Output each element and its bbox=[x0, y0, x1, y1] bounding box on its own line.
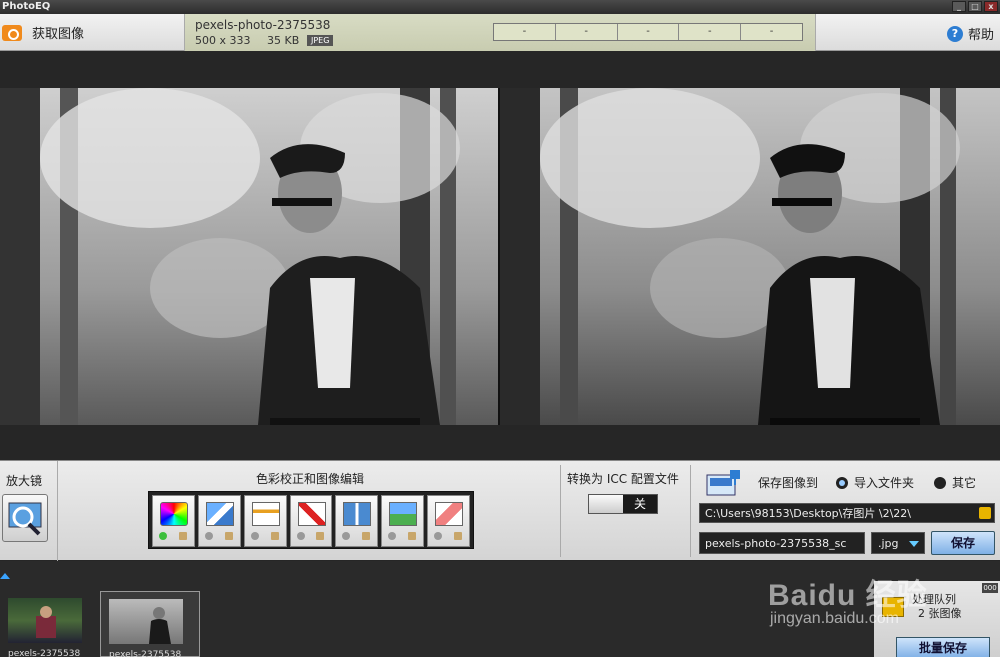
meter-2: - bbox=[556, 24, 618, 40]
lock-icon bbox=[270, 532, 279, 540]
tool-red-eye[interactable] bbox=[289, 495, 333, 547]
magnifier-button[interactable] bbox=[2, 494, 48, 542]
control-panel: 放大镜 色彩校正和图像编辑 转换为 ICC 配置文件 关 保存图像到 导入文件夹… bbox=[0, 460, 1000, 561]
eraser-icon bbox=[435, 502, 464, 526]
acquire-image-label: 获取图像 bbox=[32, 27, 85, 42]
status-dot bbox=[434, 532, 443, 540]
toggle-knob bbox=[589, 495, 623, 513]
icc-label: 转换为 ICC 配置文件 bbox=[567, 472, 679, 486]
meter-3: - bbox=[618, 24, 680, 40]
tool-eraser[interactable] bbox=[427, 495, 471, 547]
save-button[interactable]: 保存 bbox=[931, 531, 995, 555]
file-type-badge: JPEG bbox=[307, 35, 334, 46]
crop-icon bbox=[251, 502, 280, 526]
batch-menu-icon[interactable]: 000 bbox=[982, 583, 998, 593]
info-meters: - - - - - bbox=[493, 23, 803, 41]
icc-toggle[interactable]: 关 bbox=[588, 494, 658, 514]
file-size: 35 KB bbox=[267, 34, 300, 47]
edit-tools bbox=[148, 491, 474, 549]
app-title: PhotoEQ bbox=[2, 1, 51, 12]
tool-color-correction[interactable] bbox=[152, 495, 195, 547]
status-dot bbox=[342, 532, 351, 540]
magnifier-icon bbox=[8, 502, 42, 536]
tool-frame[interactable] bbox=[335, 495, 379, 547]
extension-select[interactable]: .jpg bbox=[871, 532, 925, 554]
file-info-panel: pexels-photo-2375538 500 x 333 35 KB JPE… bbox=[184, 14, 816, 51]
thumbnail-item[interactable]: pexels-2375538 bbox=[0, 591, 100, 657]
separator bbox=[690, 465, 691, 557]
status-dot bbox=[250, 532, 259, 540]
file-name: pexels-photo-2375538 bbox=[195, 18, 331, 32]
image-viewer bbox=[0, 52, 1000, 460]
help-icon: ? bbox=[946, 25, 963, 42]
rotate-icon bbox=[205, 502, 234, 526]
output-filename-field[interactable]: pexels-photo-2375538_sc bbox=[699, 532, 865, 554]
color-wheel-icon bbox=[160, 502, 188, 526]
lock-icon bbox=[224, 532, 233, 540]
lock-icon bbox=[362, 532, 371, 540]
correction-title: 色彩校正和图像编辑 bbox=[256, 472, 365, 486]
frame-icon bbox=[343, 502, 372, 526]
status-dot bbox=[296, 532, 305, 540]
top-toolbar: 获取图像 pexels-photo-2375538 500 x 333 35 K… bbox=[0, 14, 1000, 51]
thumbnail-item-selected[interactable]: pexels-2375538 bbox=[100, 591, 200, 657]
window-controls: _ □ x bbox=[952, 1, 998, 12]
output-path-field[interactable]: C:\Users\98153\Desktop\存图片 \2\22\ bbox=[699, 503, 995, 523]
title-bar: PhotoEQ _ □ x bbox=[0, 0, 1000, 14]
thumbnail-bw bbox=[109, 599, 183, 644]
meter-4: - bbox=[679, 24, 742, 40]
tool-rotate[interactable] bbox=[197, 495, 241, 547]
minimize-button[interactable]: _ bbox=[952, 1, 966, 12]
lock-icon bbox=[178, 532, 187, 540]
save-to-icon bbox=[706, 470, 740, 496]
lock-icon bbox=[408, 532, 417, 540]
meter-5: - bbox=[769, 26, 774, 37]
watermark-logo: Baidu 经验 bbox=[768, 579, 928, 612]
radio-other-label: 其它 bbox=[952, 476, 977, 490]
original-photo bbox=[0, 88, 498, 425]
red-eye-icon bbox=[297, 502, 326, 526]
maximize-button[interactable]: □ bbox=[968, 1, 982, 12]
radio-unselected-icon bbox=[934, 476, 946, 489]
radio-import-folder[interactable]: 导入文件夹 bbox=[836, 474, 914, 491]
separator bbox=[560, 465, 561, 557]
close-button[interactable]: x bbox=[984, 1, 998, 12]
status-dot bbox=[388, 532, 397, 540]
preview-photo bbox=[500, 88, 1000, 425]
collapse-arrow-icon[interactable] bbox=[0, 573, 10, 579]
camera-icon bbox=[2, 24, 22, 41]
radio-other[interactable]: 其它 bbox=[934, 474, 976, 491]
help-button[interactable]: ? 帮助 bbox=[946, 24, 994, 43]
tool-crop[interactable] bbox=[243, 495, 287, 547]
preview-image[interactable] bbox=[500, 88, 1000, 425]
output-path-value: C:\Users\98153\Desktop\存图片 \2\22\ bbox=[705, 507, 911, 520]
acquire-image-button[interactable]: 获取图像 bbox=[0, 14, 184, 51]
thumbnail-color bbox=[8, 598, 82, 643]
folder-icon[interactable] bbox=[979, 507, 991, 519]
radio-selected-icon bbox=[836, 476, 848, 489]
original-image[interactable] bbox=[0, 88, 498, 425]
help-label: 帮助 bbox=[967, 28, 994, 43]
status-dot bbox=[204, 532, 213, 540]
thumbnail-caption: pexels-2375538 bbox=[8, 649, 81, 657]
toggle-state: 关 bbox=[623, 495, 657, 513]
radio-import-label: 导入文件夹 bbox=[854, 476, 915, 490]
watermark-url: jingyan.baidu.com bbox=[770, 610, 899, 627]
lock-icon bbox=[454, 532, 463, 540]
file-dimensions: 500 x 333 bbox=[195, 34, 251, 47]
effects-icon bbox=[389, 502, 418, 526]
chevron-down-icon bbox=[909, 541, 919, 547]
lock-icon bbox=[316, 532, 325, 540]
batch-save-button[interactable]: 批量保存 bbox=[896, 637, 990, 657]
tool-effects[interactable] bbox=[381, 495, 425, 547]
meter-1: - bbox=[494, 24, 556, 40]
thumbnail-caption: pexels-2375538 bbox=[109, 650, 182, 657]
status-dot bbox=[159, 532, 167, 540]
magnifier-label: 放大镜 bbox=[6, 474, 43, 488]
magnifier-section: 放大镜 bbox=[0, 461, 58, 561]
save-to-label: 保存图像到 bbox=[758, 476, 819, 490]
extension-value: .jpg bbox=[878, 537, 899, 550]
